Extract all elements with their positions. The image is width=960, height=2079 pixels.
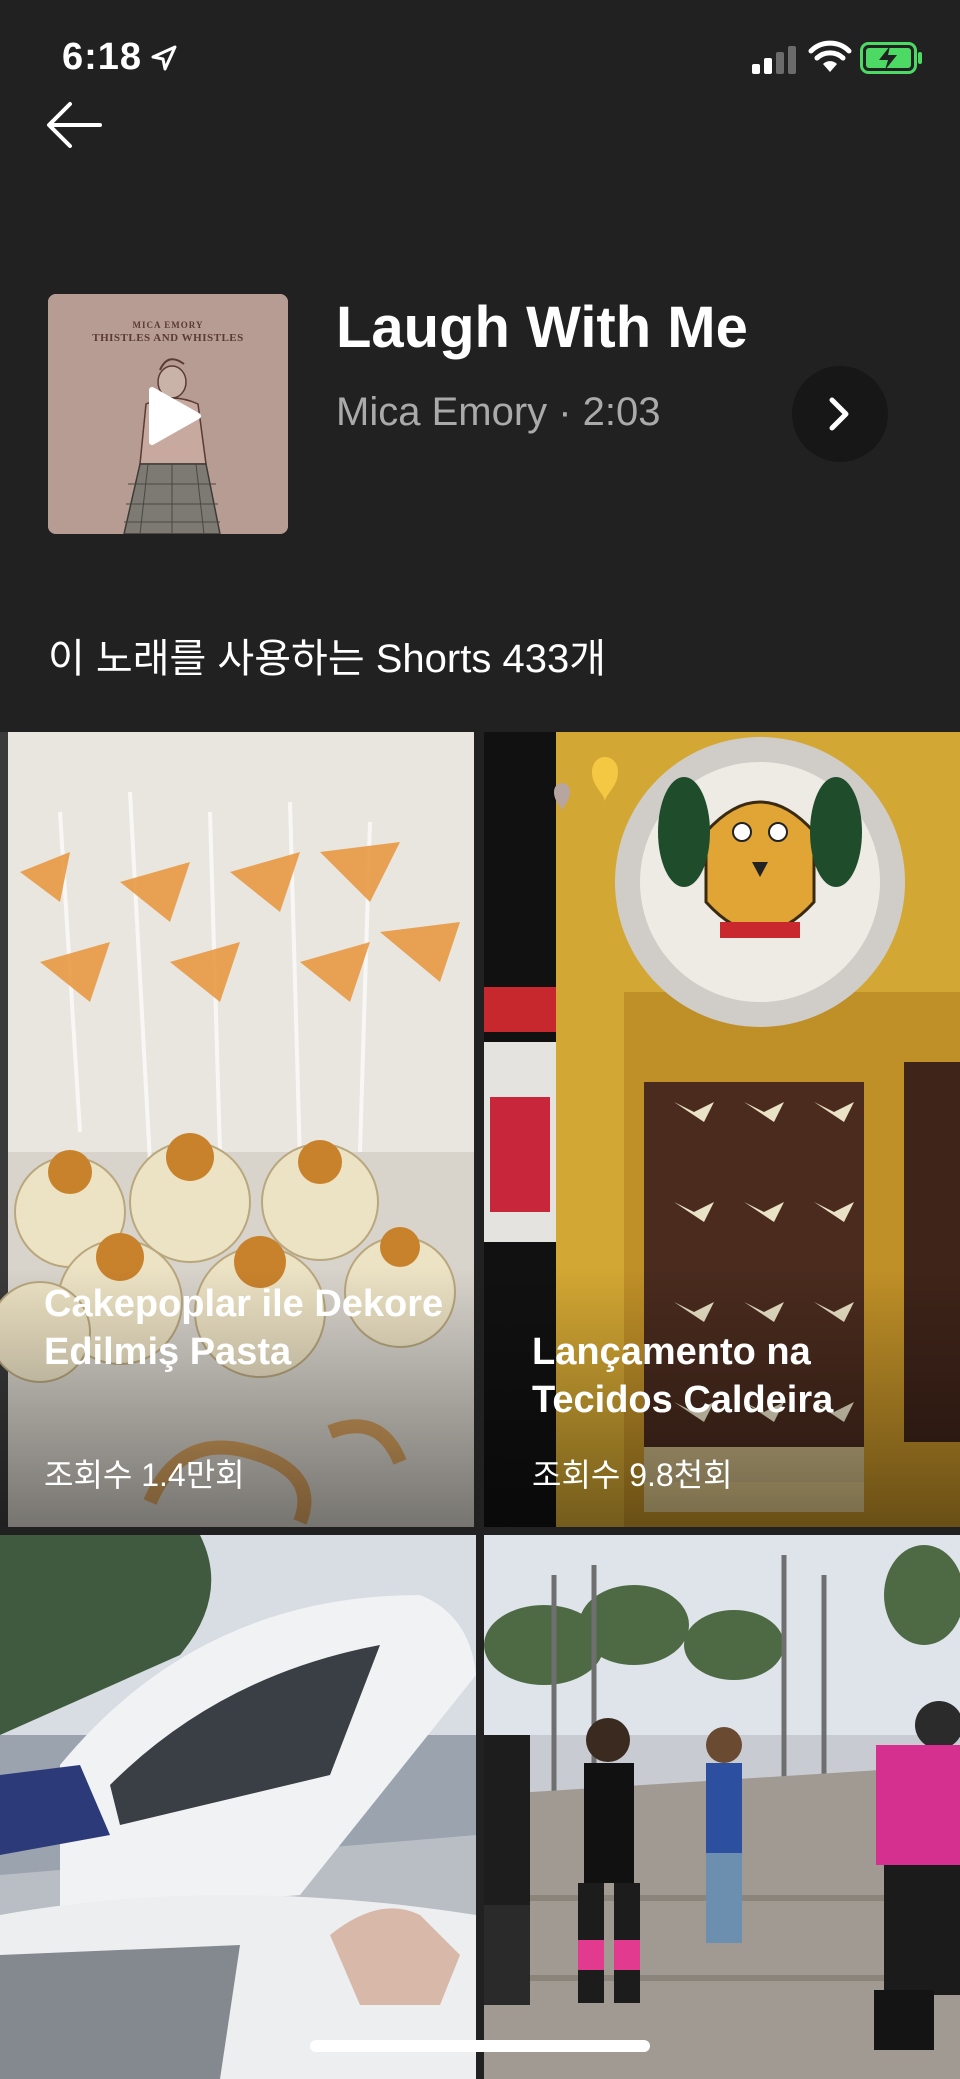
status-time: 6:18: [62, 36, 143, 78]
short-tile-cakepops[interactable]: Cakepoplar ile Dekore Edilmiş Pasta 조회수 …: [0, 732, 474, 1527]
short-thumbnail: [0, 1535, 476, 2079]
short-views: 조회수 1.4만회: [44, 1457, 245, 1493]
album-art[interactable]: MICA EMORY THISTLES AND WHISTLES: [48, 294, 288, 534]
shorts-count-heading: 이 노래를 사용하는 Shorts 433개: [48, 637, 606, 681]
back-arrow-icon[interactable]: [44, 98, 104, 152]
short-title: Lançamento na Tecidos Caldeira: [532, 1331, 834, 1421]
battery-charging-icon: [860, 42, 922, 74]
song-details-button[interactable]: [792, 366, 888, 462]
short-tile-car[interactable]: [0, 1535, 476, 2079]
song-artist-duration: Mica Emory · 2:03: [336, 390, 661, 434]
short-title: Cakepoplar ile Dekore Edilmiş Pasta: [44, 1283, 444, 1373]
short-tile-fabrics[interactable]: Lançamento na Tecidos Caldeira 조회수 9.8천회: [484, 732, 960, 1527]
short-tile-skaters[interactable]: [484, 1535, 960, 2079]
short-thumbnail: [484, 1535, 960, 2079]
status-bar: 6:18: [0, 0, 960, 110]
cellular-signal-icon: [752, 46, 796, 74]
wifi-icon: [808, 40, 852, 72]
song-title: Laugh With Me: [336, 295, 748, 360]
play-icon[interactable]: [48, 294, 288, 534]
location-arrow-icon: [151, 45, 177, 71]
short-views: 조회수 9.8천회: [532, 1457, 733, 1493]
chevron-right-icon: [829, 397, 849, 431]
home-indicator[interactable]: [310, 2040, 650, 2052]
